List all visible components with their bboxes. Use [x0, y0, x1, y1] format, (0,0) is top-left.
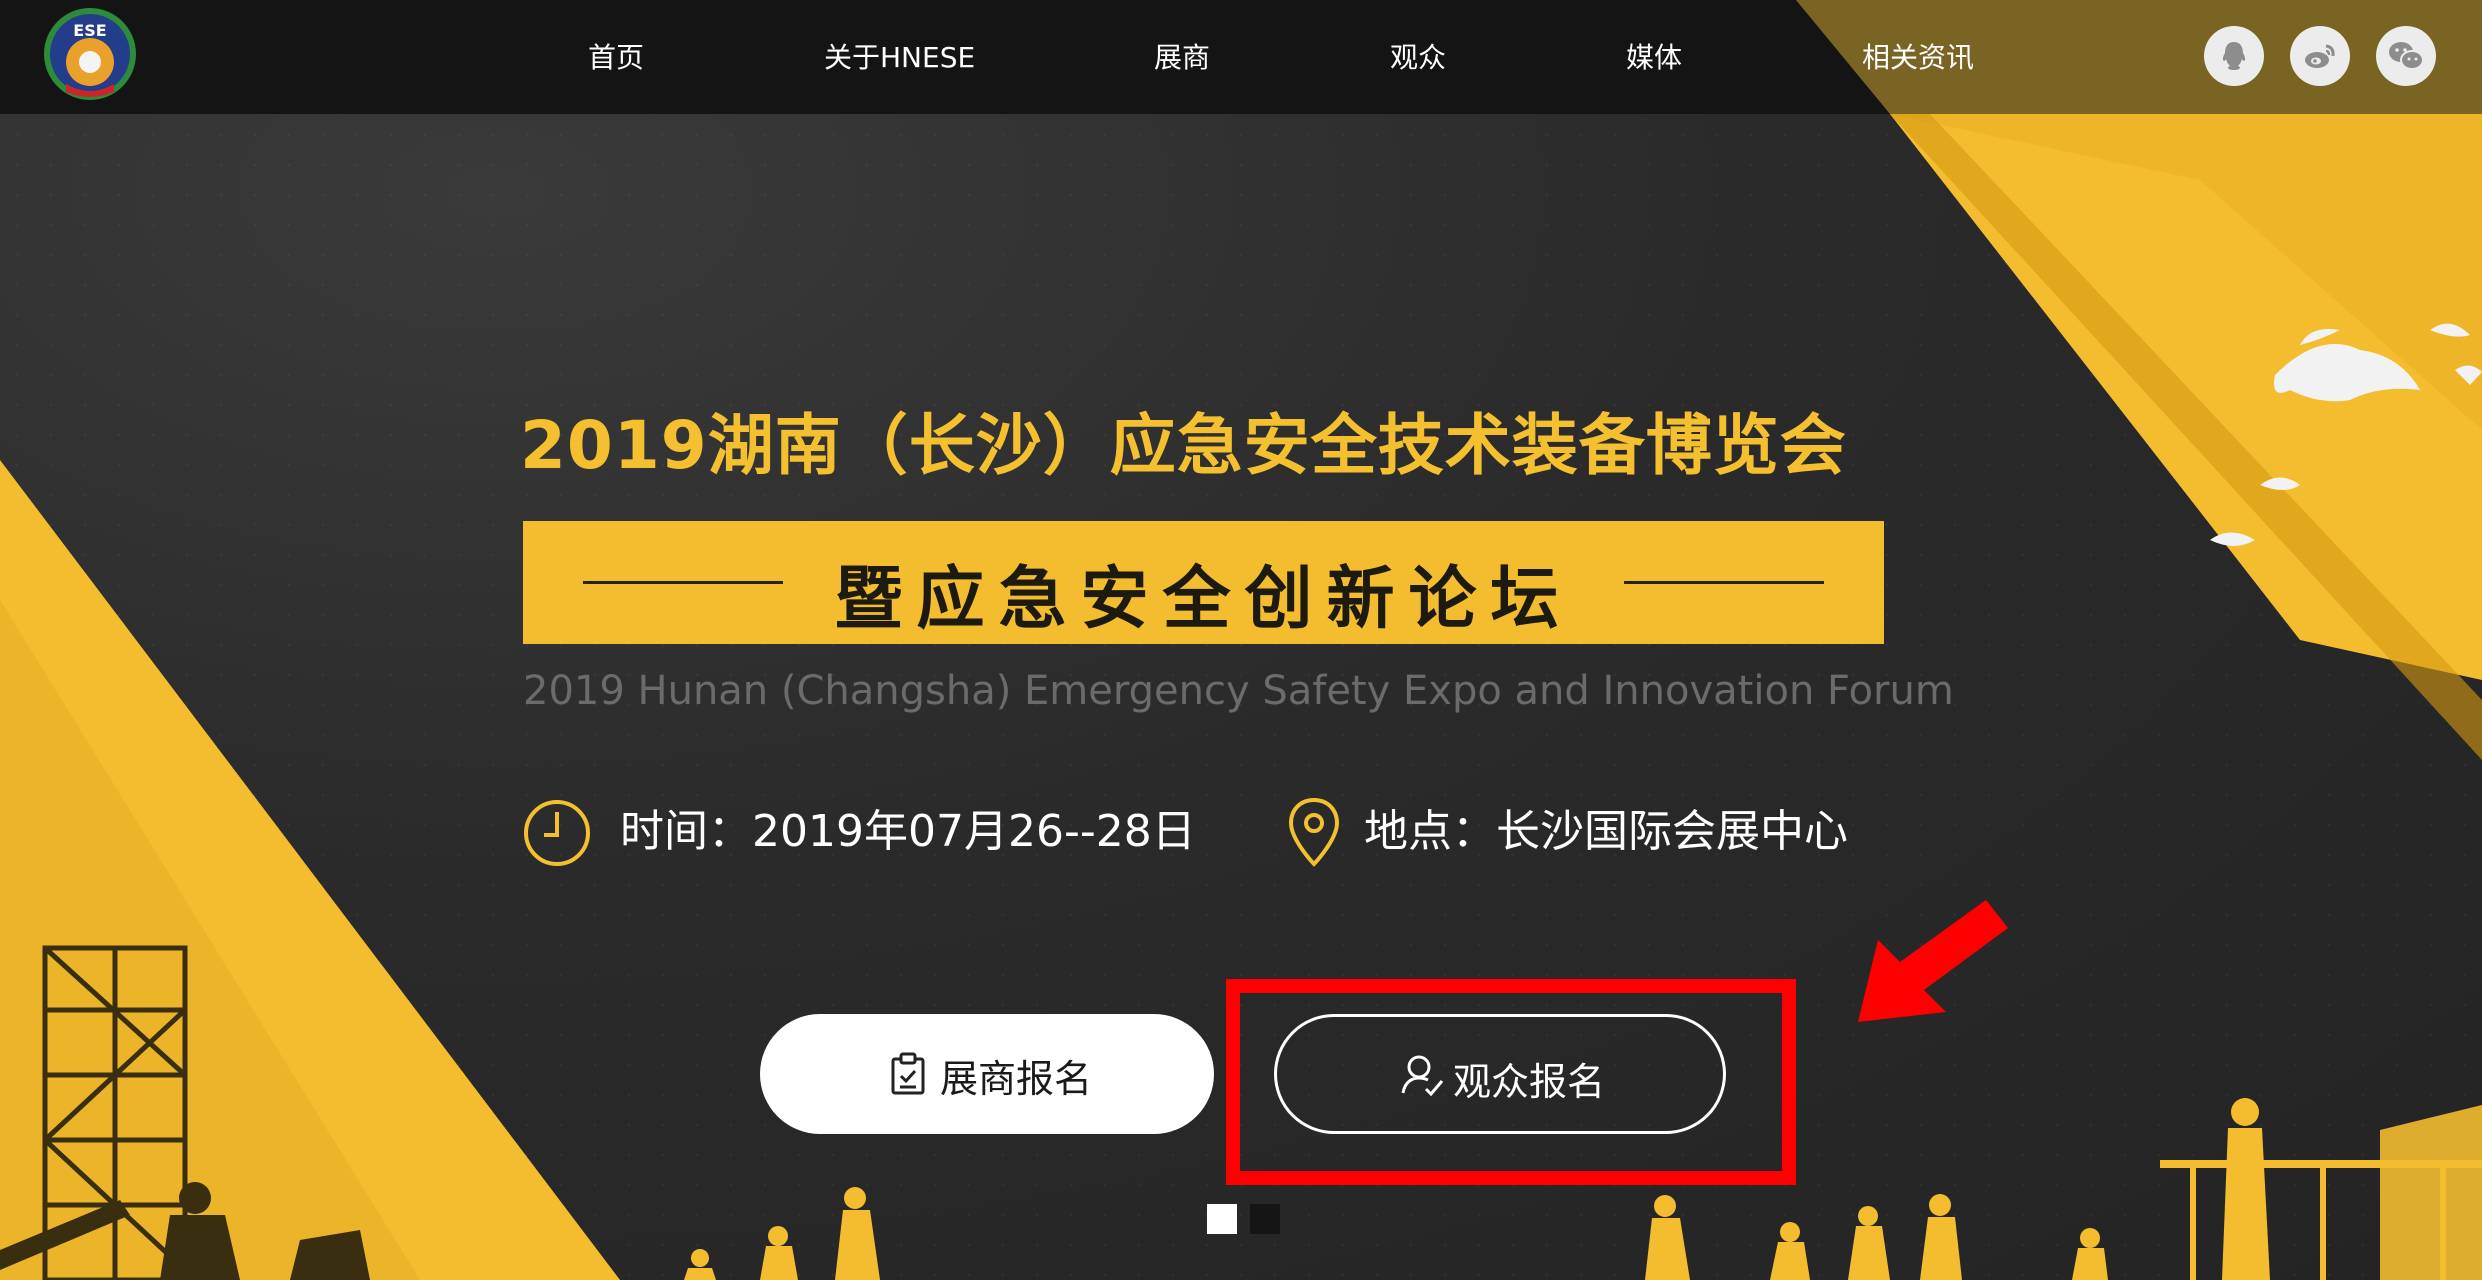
nav-item-home[interactable]: 首页	[588, 36, 644, 76]
weibo-icon	[2305, 44, 2335, 68]
forum-banner: 暨应急安全创新论坛	[523, 521, 1884, 644]
nav-item-news[interactable]: 相关资讯	[1862, 36, 1974, 76]
carousel-dot-2[interactable]	[1250, 1204, 1280, 1234]
clipboard-icon	[891, 1052, 925, 1095]
nav-item-exhibitors[interactable]: 展商	[1154, 36, 1210, 76]
nav-item-media[interactable]: 媒体	[1626, 36, 1682, 76]
qq-icon	[2222, 42, 2246, 70]
nav-item-about[interactable]: 关于HNESE	[824, 36, 975, 76]
qq-button[interactable]	[2204, 26, 2264, 86]
top-nav-bar: ESE 首页 关于HNESE 展商 观众 媒体 相关资讯	[0, 0, 2482, 114]
clock-icon	[524, 800, 590, 866]
red-arrow-annotation	[1858, 900, 2008, 1022]
carousel-dot-1[interactable]	[1207, 1204, 1237, 1234]
exhibitor-register-label: 展商报名	[940, 1057, 1093, 1101]
weibo-button[interactable]	[2290, 26, 2350, 86]
wechat-button[interactable]	[2376, 26, 2436, 86]
event-time: 时间：2019年07月26--28日	[620, 806, 1196, 857]
location-pin-icon	[1288, 797, 1340, 867]
exhibitor-register-button[interactable]: 展商报名	[760, 1014, 1214, 1134]
highlight-annotation-box	[1226, 979, 1796, 1185]
nav-item-visitors[interactable]: 观众	[1390, 36, 1446, 76]
forum-banner-text: 暨应急安全创新论坛	[834, 560, 1573, 639]
english-subtitle: 2019 Hunan (Changsha) Emergency Safety E…	[523, 668, 1954, 714]
event-location: 地点：长沙国际会展中心	[1364, 806, 1848, 857]
main-menu: 首页 关于HNESE 展商 观众 媒体 相关资讯	[0, 0, 2482, 114]
expo-title: 2019湖南（长沙）应急安全技术装备博览会	[520, 407, 1847, 484]
wechat-icon	[2389, 42, 2424, 70]
